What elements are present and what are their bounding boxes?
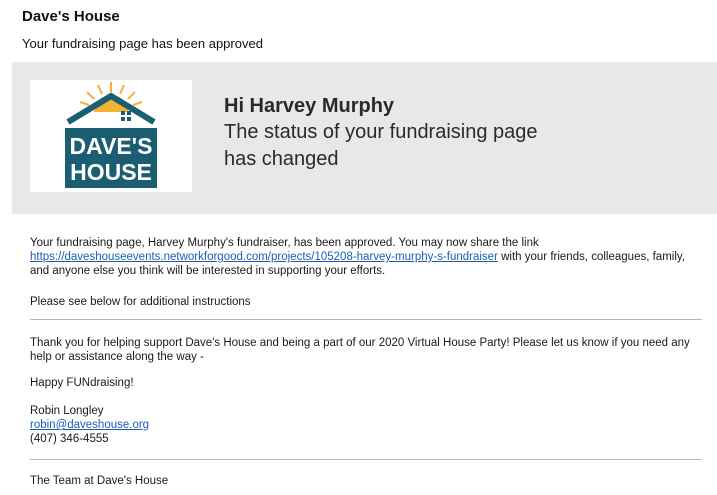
status-message: The status of your fundraising page has … (224, 121, 538, 170)
signature-block: Robin Longley robin@daveshouse.org (407)… (30, 404, 149, 446)
approval-paragraph: Your fundraising page, Harvey Murphy's f… (30, 236, 700, 278)
approval-text: Your fundraising page, Harvey Murphy's f… (30, 237, 539, 249)
house-logo-icon: DAVE'S HOUSE (65, 82, 157, 188)
greeting-heading: Hi Harvey Murphy (224, 95, 395, 117)
email-banner: DAVE'S HOUSE Hi Harvey Murphy The status… (12, 62, 717, 214)
team-signoff: The Team at Dave's House (30, 475, 169, 487)
sign-off: Happy FUNdraising! (30, 377, 134, 389)
divider (30, 459, 702, 460)
signature-phone: (407) 346-4555 (30, 433, 109, 445)
thank-you-paragraph: Thank you for helping support Dave's Hou… (30, 337, 690, 363)
email-subject: Your fundraising page has been approved (22, 36, 263, 51)
sender-name: Dave's House (22, 8, 120, 25)
instructions-text: Please see below for additional instruct… (30, 296, 251, 308)
divider (30, 319, 702, 320)
fundraiser-link[interactable]: https://daveshouseevents.networkforgood.… (30, 251, 498, 263)
signature-email-link[interactable]: robin@daveshouse.org (30, 419, 149, 431)
email-body: Your fundraising page, Harvey Murphy's f… (30, 236, 702, 487)
logo-text-daves: DAVE'S (69, 133, 152, 159)
signature-name: Robin Longley (30, 405, 104, 417)
email-content: DAVE'S HOUSE Hi Harvey Murphy The status… (12, 62, 717, 495)
logo-text-house: HOUSE (70, 159, 152, 185)
daves-house-logo: DAVE'S HOUSE (30, 80, 192, 192)
